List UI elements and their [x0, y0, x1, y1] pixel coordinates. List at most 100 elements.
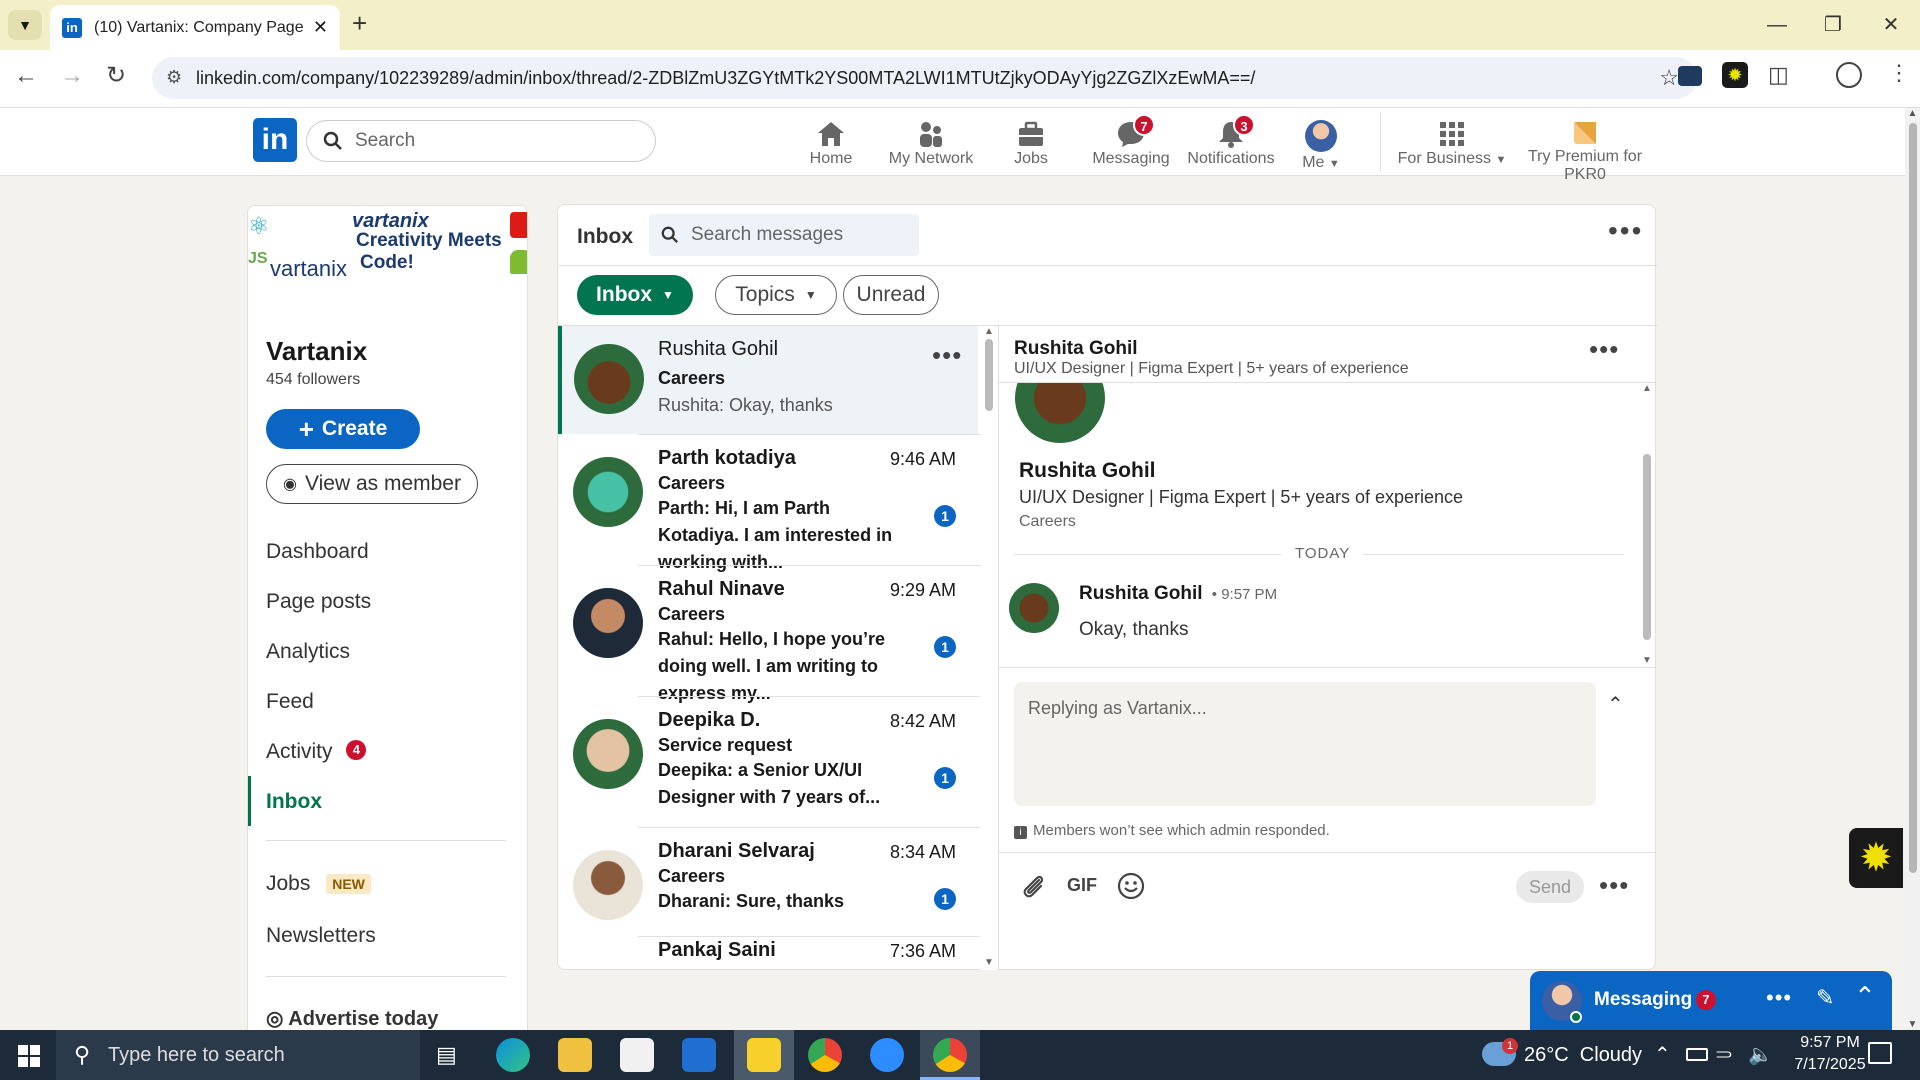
- thread-scroll-up-icon[interactable]: ▲: [1639, 383, 1655, 394]
- message-avatar[interactable]: [1009, 583, 1059, 633]
- compose-message-icon[interactable]: ✎: [1816, 985, 1834, 1011]
- conversation-item[interactable]: Pankaj Saini 7:36 AM: [558, 937, 978, 970]
- emoji-icon[interactable]: [1117, 872, 1145, 900]
- weather-text[interactable]: 26°C Cloudy: [1524, 1044, 1642, 1067]
- clock-date[interactable]: 7/17/2025: [1790, 1056, 1870, 1074]
- search-messages-input[interactable]: Search messages: [649, 214, 919, 256]
- nav-jobs[interactable]: Jobs: [981, 112, 1081, 174]
- messaging-overlay-bar[interactable]: Messaging 7 ••• ✎ ⌃: [1530, 971, 1892, 1030]
- chrome-icon[interactable]: [808, 1038, 842, 1072]
- edge-icon[interactable]: [496, 1038, 530, 1072]
- nav-messaging[interactable]: Messaging 7: [1081, 112, 1181, 174]
- page-scroll-down-icon[interactable]: ▼: [1905, 1019, 1920, 1030]
- close-tab-icon[interactable]: ✕: [313, 17, 328, 38]
- global-search-input[interactable]: Search: [306, 120, 656, 162]
- taskbar-search-box[interactable]: ⚲ Type here to search: [56, 1030, 420, 1080]
- reply-textbox[interactable]: Replying as Vartanix...: [1014, 682, 1596, 806]
- conversation-item[interactable]: Rahul Ninave 9:29 AM Careers Rahul: Hell…: [558, 566, 978, 703]
- advertise-today-link[interactable]: ◎ Advertise today: [266, 1006, 438, 1031]
- thread-scrollbar[interactable]: ▲ ▼: [1639, 383, 1655, 666]
- view-as-member-button[interactable]: ◉ View as member: [266, 464, 478, 504]
- expand-messaging-icon[interactable]: ⌃: [1854, 981, 1876, 1012]
- bookmark-star-icon[interactable]: ☆: [1659, 65, 1679, 91]
- gif-button[interactable]: GIF: [1067, 875, 1097, 896]
- conversation-item-selected[interactable]: Rushita Gohil Careers Rushita: Okay, tha…: [558, 326, 978, 434]
- volume-icon[interactable]: 🔈: [1748, 1042, 1773, 1067]
- conversation-item[interactable]: Dharani Selvaraj 8:34 AM Careers Dharani…: [558, 828, 978, 936]
- back-icon[interactable]: ←: [14, 62, 38, 90]
- file-explorer-icon[interactable]: [558, 1038, 592, 1072]
- profile-avatar[interactable]: [1015, 383, 1105, 443]
- windows-start-icon[interactable]: [18, 1045, 40, 1067]
- expand-composer-icon[interactable]: ⌃: [1607, 692, 1624, 717]
- nav-dashboard[interactable]: Dashboard: [266, 540, 369, 564]
- mail-icon[interactable]: [682, 1038, 716, 1072]
- conversation-item[interactable]: Parth kotadiya 9:46 AM Careers Parth: Hi…: [558, 435, 978, 572]
- new-tab-icon[interactable]: +: [352, 8, 367, 39]
- task-view-icon[interactable]: ▤: [436, 1042, 457, 1068]
- nav-inbox[interactable]: Inbox: [266, 790, 322, 814]
- restore-icon[interactable]: ❐: [1818, 10, 1848, 40]
- nav-for-business[interactable]: For Business ▼: [1392, 112, 1512, 174]
- thread-header-name[interactable]: Rushita Gohil: [1014, 338, 1138, 360]
- linkedin-logo[interactable]: in: [253, 118, 297, 162]
- thread-options-icon[interactable]: •••: [1589, 334, 1619, 365]
- conversation-item[interactable]: Deepika D. 8:42 AM Service request Deepi…: [558, 697, 978, 827]
- filter-unread[interactable]: Unread: [843, 275, 939, 315]
- minimize-icon[interactable]: —: [1762, 10, 1792, 40]
- wifi-icon[interactable]: ⥰: [1716, 1042, 1732, 1065]
- nav-newsletters[interactable]: Newsletters: [266, 924, 376, 948]
- messaging-options-icon[interactable]: •••: [1766, 985, 1792, 1011]
- attach-icon[interactable]: [1019, 872, 1047, 900]
- inbox-options-icon[interactable]: •••: [1608, 215, 1643, 247]
- nav-premium[interactable]: Try Premium for PKR0: [1510, 112, 1660, 183]
- zoom-icon[interactable]: [870, 1038, 904, 1072]
- store-icon[interactable]: [620, 1038, 654, 1072]
- conversation-list-scrollbar[interactable]: ▲ ▼: [980, 326, 998, 970]
- message-sender-name[interactable]: Rushita Gohil: [1079, 583, 1203, 604]
- profile-name[interactable]: Rushita Gohil: [1019, 459, 1156, 483]
- nav-feed[interactable]: Feed: [266, 690, 314, 714]
- nav-jobs-admin[interactable]: Jobs NEW: [266, 872, 371, 896]
- site-info-icon[interactable]: ⚙: [166, 67, 182, 88]
- extension-icon[interactable]: [1678, 66, 1702, 86]
- profile-icon[interactable]: [1836, 62, 1862, 88]
- conversation-options-icon[interactable]: •••: [932, 340, 962, 371]
- filter-inbox[interactable]: Inbox ▼: [577, 275, 693, 315]
- scroll-thumb[interactable]: [985, 339, 993, 411]
- nav-activity[interactable]: Activity 4: [266, 740, 367, 764]
- nav-notifications[interactable]: Notifications 3: [1181, 112, 1281, 174]
- scroll-down-arrow-icon[interactable]: ▼: [980, 957, 998, 968]
- close-window-icon[interactable]: ✕: [1876, 10, 1906, 40]
- extension-sparkle-icon[interactable]: ✹: [1722, 62, 1748, 88]
- browser-menu-icon[interactable]: ⋮: [1888, 60, 1910, 86]
- send-button[interactable]: Send: [1516, 871, 1584, 903]
- page-scroll-up-icon[interactable]: ▲: [1905, 108, 1920, 119]
- page-scrollbar[interactable]: ▲ ▼: [1905, 108, 1920, 1030]
- browser-tab-active[interactable]: in (10) Vartanix: Company Page Ac ✕: [50, 5, 340, 50]
- create-button[interactable]: + Create: [266, 409, 420, 449]
- nav-me[interactable]: Me ▼: [1281, 112, 1361, 174]
- nav-page-posts[interactable]: Page posts: [266, 590, 371, 614]
- battery-icon[interactable]: [1686, 1048, 1708, 1061]
- sticky-notes-taskbar-item[interactable]: [734, 1030, 794, 1080]
- conversation-list[interactable]: Rushita Gohil Careers Rushita: Okay, tha…: [558, 326, 998, 970]
- thread-scroll-down-icon[interactable]: ▼: [1639, 655, 1655, 666]
- reload-icon[interactable]: ↻: [106, 61, 126, 90]
- tab-list-chevron-icon[interactable]: ▼: [8, 10, 42, 40]
- floating-extension-widget[interactable]: ✹: [1849, 828, 1903, 888]
- nav-analytics[interactable]: Analytics: [266, 640, 350, 664]
- thread-scroll-thumb[interactable]: [1643, 454, 1651, 640]
- clock-time[interactable]: 9:57 PM: [1790, 1034, 1870, 1052]
- page-scroll-thumb[interactable]: [1908, 123, 1917, 873]
- nav-home[interactable]: Home: [781, 112, 881, 174]
- forward-icon[interactable]: →: [60, 62, 84, 90]
- send-options-icon[interactable]: •••: [1599, 870, 1629, 901]
- extensions-puzzle-icon[interactable]: ◫: [1768, 62, 1789, 88]
- filter-topics[interactable]: Topics ▼: [715, 275, 837, 315]
- company-name[interactable]: Vartanix: [266, 336, 367, 367]
- chrome-active-taskbar-item[interactable]: [920, 1030, 980, 1080]
- address-bar[interactable]: ⚙ linkedin.com/company/102239289/admin/i…: [152, 57, 1697, 99]
- nav-my-network[interactable]: My Network: [881, 112, 981, 174]
- scroll-up-arrow-icon[interactable]: ▲: [980, 326, 998, 337]
